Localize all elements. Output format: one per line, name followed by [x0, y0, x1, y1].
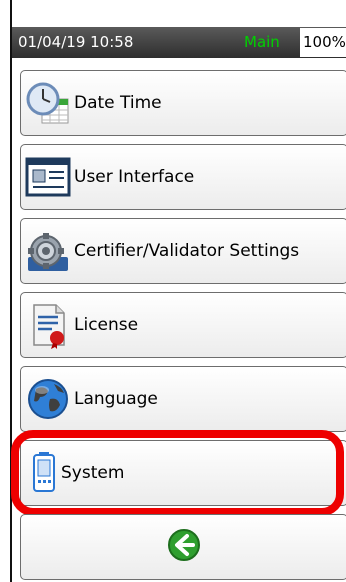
menu-item-language[interactable]: Language: [20, 366, 346, 432]
back-button[interactable]: [20, 514, 346, 580]
menu-item-date-time[interactable]: Date Time: [20, 70, 346, 136]
menu-item-license[interactable]: License: [20, 292, 346, 358]
device-icon: [29, 449, 59, 497]
menu-item-label: System: [61, 463, 125, 483]
license-document-icon: [24, 301, 72, 349]
gear-icon: [24, 227, 72, 275]
status-bar: 01/04/19 10:58 Main 100%: [12, 27, 346, 58]
status-mode: Main: [244, 33, 280, 51]
menu-item-label: Date Time: [74, 93, 162, 113]
menu-item-certifier-validator-settings[interactable]: Certifier/Validator Settings: [20, 218, 346, 284]
globe-icon: [24, 375, 72, 423]
menu-item-system[interactable]: System: [20, 440, 346, 506]
menu-item-label: Certifier/Validator Settings: [74, 241, 300, 261]
menu-item-label: User Interface: [74, 167, 195, 187]
status-battery: 100%: [300, 28, 346, 57]
menu-item-user-interface[interactable]: User Interface: [20, 144, 346, 210]
window-icon: [24, 153, 72, 201]
back-arrow-icon: [167, 528, 201, 566]
menu-item-label: Language: [74, 389, 158, 409]
left-border-line: [10, 0, 12, 582]
menu-item-label: License: [74, 315, 139, 335]
status-datetime: 01/04/19 10:58: [18, 33, 134, 51]
clock-calendar-icon: [24, 79, 72, 127]
